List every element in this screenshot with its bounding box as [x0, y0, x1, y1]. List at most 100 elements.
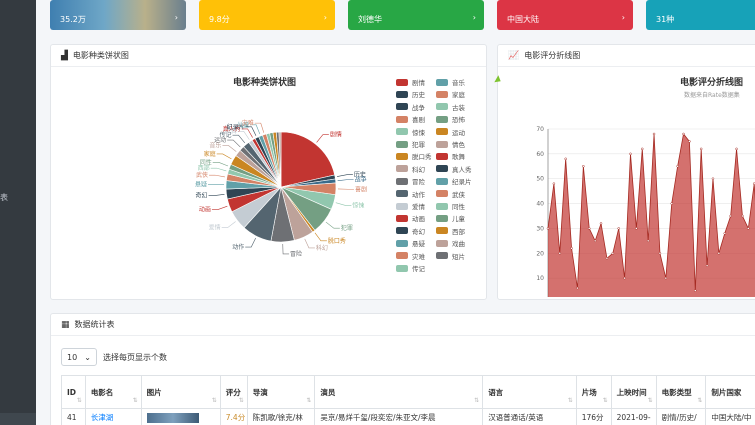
sort-icon[interactable]: ⇅ [133, 397, 138, 404]
legend-item[interactable]: 悬疑 [396, 238, 425, 248]
legend-item[interactable]: 奇幻 [396, 226, 425, 236]
legend-item[interactable]: 爱情 [396, 201, 425, 211]
legend-item[interactable]: 冒险 [396, 176, 425, 186]
legend-item[interactable]: 脱口秀 [396, 151, 432, 161]
column-header[interactable]: 电影名 ⇅ [84, 375, 142, 409]
arrow-right-icon[interactable]: › [324, 13, 327, 22]
sort-icon[interactable]: ⇅ [212, 397, 217, 404]
poster-thumbnail[interactable] [146, 412, 199, 423]
sort-icon[interactable]: ⇅ [306, 397, 311, 404]
legend-item[interactable]: 科幻 [396, 164, 425, 174]
data-point[interactable] [641, 147, 644, 151]
legend-item[interactable]: 家庭 [436, 89, 465, 99]
data-point[interactable] [576, 286, 579, 290]
legend-item[interactable]: 运动 [436, 127, 465, 137]
data-point[interactable] [582, 165, 585, 168]
data-point[interactable] [599, 222, 603, 225]
legend-item[interactable]: 情色 [436, 139, 465, 149]
legend-item[interactable]: 动画 [396, 213, 425, 223]
legend-item[interactable]: 喜剧 [396, 114, 425, 124]
data-point[interactable] [717, 252, 721, 255]
legend-item[interactable]: 武侠 [436, 189, 465, 199]
legend-item[interactable]: 儿童 [436, 213, 465, 223]
column-header[interactable]: 片场 ⇅ [575, 375, 612, 409]
legend-item[interactable]: 惊悚 [396, 127, 425, 137]
data-point[interactable] [658, 252, 662, 255]
info-box-genres[interactable]: 31种 [646, 0, 755, 30]
data-point[interactable] [546, 227, 550, 230]
sort-icon[interactable]: ⇅ [474, 397, 479, 404]
data-point[interactable] [694, 289, 697, 292]
column-header[interactable]: 演员 ⇅ [314, 375, 484, 409]
data-point[interactable] [705, 264, 709, 267]
info-box-views[interactable]: 35.2万 › [50, 0, 186, 30]
arrow-right-icon[interactable]: › [622, 13, 625, 22]
info-box-country[interactable]: 中国大陆 › [497, 0, 633, 30]
data-point[interactable] [670, 202, 673, 205]
column-header[interactable]: 导演 ⇅ [246, 375, 316, 409]
data-point[interactable] [558, 252, 562, 255]
column-header[interactable]: 语言 ⇅ [482, 375, 577, 409]
arrow-right-icon[interactable]: › [473, 13, 476, 22]
data-point[interactable] [552, 182, 556, 185]
legend-item[interactable]: 恐怖 [436, 114, 465, 124]
legend-item[interactable]: 动作 [396, 189, 425, 199]
data-point[interactable] [688, 140, 691, 143]
column-header[interactable]: 图片 ⇅ [140, 375, 221, 409]
legend-item[interactable]: 歌舞 [436, 151, 465, 161]
column-header[interactable]: 上映时间 ⇅ [610, 375, 657, 409]
legend-item[interactable]: 真人秀 [436, 164, 472, 174]
legend-item[interactable]: 古装 [436, 102, 465, 112]
data-point[interactable] [570, 247, 573, 250]
sort-icon[interactable]: ⇅ [77, 397, 82, 404]
data-point[interactable] [729, 214, 732, 218]
data-point[interactable] [635, 227, 638, 230]
sort-icon[interactable]: ⇅ [239, 397, 244, 404]
data-point[interactable] [682, 132, 685, 136]
data-point[interactable] [617, 227, 620, 230]
legend-item[interactable]: 短片 [436, 251, 465, 261]
info-box-score[interactable]: 9.8分 › [199, 0, 335, 30]
sidebar-text[interactable]: 表 [0, 192, 8, 203]
sort-icon[interactable]: ⇅ [568, 397, 573, 404]
data-point[interactable] [593, 239, 597, 243]
legend-item[interactable]: 灾难 [396, 251, 425, 261]
arrow-right-icon[interactable]: › [175, 13, 178, 22]
column-header[interactable]: 电影类型 ⇅ [655, 375, 707, 409]
legend-item[interactable]: 西部 [436, 226, 465, 236]
legend-item[interactable]: 历史 [396, 89, 425, 99]
data-point[interactable] [664, 276, 668, 280]
data-point[interactable] [699, 147, 703, 151]
sort-icon[interactable]: ⇅ [697, 397, 702, 404]
data-point[interactable] [623, 276, 626, 280]
data-point[interactable] [711, 177, 715, 180]
data-point[interactable] [735, 147, 738, 151]
data-point[interactable] [723, 232, 727, 235]
data-point[interactable] [646, 239, 650, 243]
legend-item[interactable]: 音乐 [436, 77, 465, 87]
legend-item[interactable]: 剧情 [396, 77, 425, 87]
data-point[interactable] [605, 257, 609, 260]
data-point[interactable] [587, 227, 591, 230]
info-box-actor[interactable]: 刘德华 › [348, 0, 484, 30]
page-length-select[interactable]: 10 ⌄ [61, 348, 97, 366]
legend-item[interactable]: 同性 [436, 201, 465, 211]
legend-item[interactable]: 纪录片 [436, 176, 472, 186]
legend-item[interactable]: 战争 [396, 102, 425, 112]
data-point[interactable] [676, 165, 679, 168]
legend-item[interactable]: 犯罪 [396, 139, 425, 149]
column-header[interactable]: 制片国家⇅ [705, 375, 755, 409]
legend-item[interactable]: 传记 [396, 263, 425, 273]
column-header[interactable]: 评分 ⇅ [219, 375, 248, 409]
table-cell[interactable]: 长津湖 [84, 408, 142, 425]
data-point[interactable] [629, 152, 632, 156]
column-header[interactable]: ID ⇅ [61, 375, 86, 409]
sort-icon[interactable]: ⇅ [603, 397, 608, 404]
data-point[interactable] [564, 157, 567, 161]
data-point[interactable] [611, 252, 615, 255]
data-point[interactable] [652, 132, 656, 136]
table-row[interactable]: 41 长津湖 7.4分 陈凯歌/徐克/林 吴京/易烊千玺/段奕宏/朱亚文/李晨 汉语普通话… [61, 408, 755, 425]
sort-icon[interactable]: ⇅ [648, 397, 653, 404]
legend-item[interactable]: 戏曲 [436, 238, 465, 248]
data-point[interactable] [747, 227, 750, 230]
